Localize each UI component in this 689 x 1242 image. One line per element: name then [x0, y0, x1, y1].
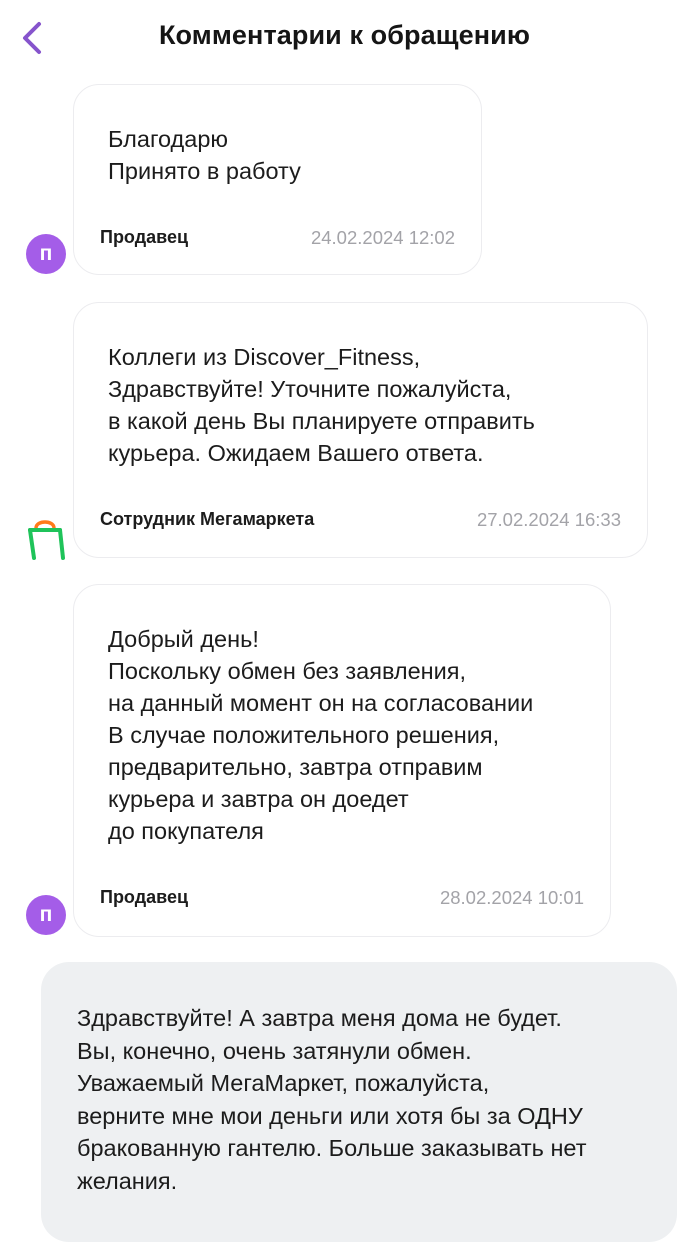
seller-avatar: п: [26, 234, 66, 274]
comment-timestamp: 24.02.2024 12:02: [310, 227, 455, 248]
comment-card: Благодарю Принято в работу Продавец 24.0…: [73, 84, 482, 275]
comment-timestamp: 28.02.2024 10:01: [439, 887, 584, 908]
comment-author: Сотрудник Мегамаркета: [100, 509, 315, 529]
comment-card: Добрый день! Поскольку обмен без заявлен…: [73, 584, 611, 937]
megamarket-bag-icon: [26, 516, 70, 560]
comment-author: Продавец: [100, 887, 189, 907]
comment-text: Коллеги из Discover_Fitness, Здравствуйт…: [108, 344, 535, 466]
page-title: Комментарии к обращению: [158, 20, 531, 50]
comment-card: Коллеги из Discover_Fitness, Здравствуйт…: [73, 302, 648, 558]
user-message-bubble: Здравствуйте! А завтра меня дома не буде…: [41, 962, 677, 1242]
comment-text: Благодарю Принято в работу: [108, 126, 301, 184]
header: Комментарии к обращению: [0, 0, 689, 76]
comment-timestamp: 27.02.2024 16:33: [476, 509, 621, 530]
user-message-text: Здравствуйте! А завтра меня дома не буде…: [77, 1005, 587, 1194]
comment-author: Продавец: [100, 227, 189, 247]
seller-avatar: п: [26, 895, 66, 935]
comment-text: Добрый день! Поскольку обмен без заявлен…: [108, 626, 534, 844]
